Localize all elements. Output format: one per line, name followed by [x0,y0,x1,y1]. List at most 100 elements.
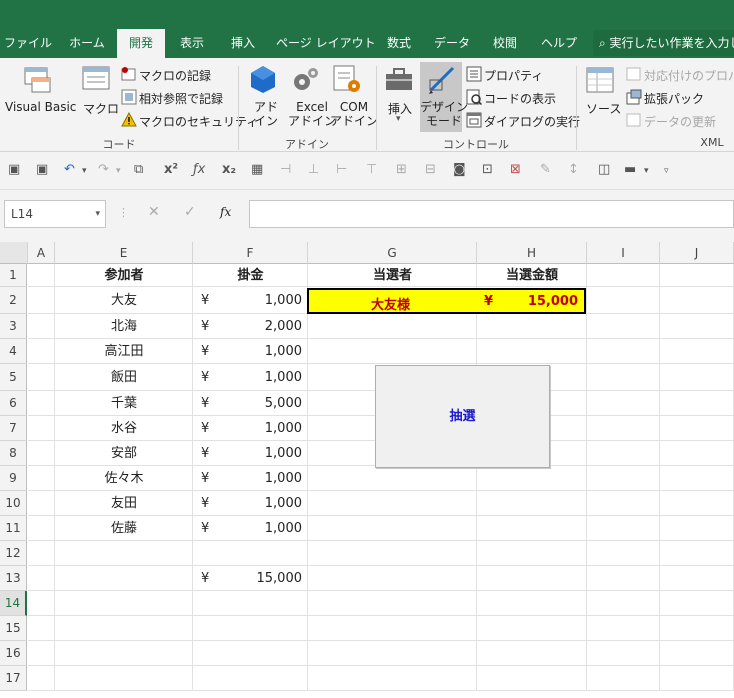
grid-cell[interactable] [308,566,477,591]
grid-cell[interactable] [587,666,660,691]
grid-cell[interactable] [28,339,55,364]
grid-cell[interactable] [308,466,477,491]
copy-icon[interactable]: ⧉ [134,162,143,177]
grid-cell[interactable] [55,591,193,616]
row-header[interactable]: 7 [0,416,27,441]
undo-icon[interactable]: ↶ [64,162,75,177]
row-header[interactable]: 16 [0,641,27,666]
tab-view[interactable]: 表示 [172,29,212,58]
winner-result-row[interactable]: 大友様 ¥ 15,000 [307,288,586,314]
grid-cell[interactable] [477,339,587,364]
align-icon[interactable]: ⊣ [280,162,291,177]
formula-input[interactable] [249,200,734,228]
tab-page-layout[interactable]: ページ レイアウト [276,29,376,58]
enter-icon[interactable]: ✓ [184,204,196,220]
column-header[interactable]: E [55,242,193,264]
align-icon[interactable]: ⊥ [308,162,319,177]
grid-cell[interactable] [587,416,660,441]
grid-cell[interactable] [28,566,55,591]
grid-cell[interactable] [660,264,734,287]
tab-review[interactable]: 校閲 [486,29,524,58]
edit-icon[interactable]: ✎ [540,162,551,177]
row-header[interactable]: 13 [0,566,27,591]
row-header[interactable]: 2 [0,287,27,314]
column-header[interactable]: G [308,242,477,264]
toolbox-icon[interactable]: ▬ [624,162,636,177]
grid-cell[interactable] [587,466,660,491]
grid-cell[interactable] [587,391,660,416]
grid-cell[interactable] [308,339,477,364]
chevron-down-icon[interactable]: ▾ [95,201,100,227]
grid-cell[interactable] [55,641,193,666]
grid-cell[interactable] [660,287,734,314]
grid-cell[interactable] [28,466,55,491]
row-header[interactable]: 1 [0,264,27,287]
tab-file[interactable]: ファイル [4,29,52,58]
table-icon[interactable]: ▦ [251,162,263,177]
grid-cell[interactable] [660,516,734,541]
grid-cell[interactable] [660,541,734,566]
row-header[interactable]: 9 [0,466,27,491]
grid-cell[interactable] [587,541,660,566]
grid-cell[interactable] [477,466,587,491]
grid-cell[interactable] [660,566,734,591]
redo-icon[interactable]: ↷ [98,162,109,177]
row-header[interactable]: 10 [0,491,27,516]
grid-cell[interactable] [477,491,587,516]
window-icon[interactable]: ◫ [598,162,610,177]
grid-cell[interactable] [587,287,660,314]
grid-cell[interactable] [477,616,587,641]
grid-cell[interactable] [660,466,734,491]
grid-cell[interactable] [308,516,477,541]
grid-cell[interactable] [660,391,734,416]
chevron-down-icon[interactable]: ▾ [82,166,87,176]
tab-insert[interactable]: 挿入 [223,29,263,58]
row-header[interactable]: 11 [0,516,27,541]
grid-cell[interactable] [28,441,55,466]
grid-cell[interactable] [477,516,587,541]
grid-cell[interactable] [660,641,734,666]
tell-me-search[interactable]: ⌕ 実行したい作業を入力し [593,30,734,56]
tab-formulas[interactable]: 数式 [380,29,418,58]
grid-cell[interactable] [308,616,477,641]
grid-cell[interactable] [587,491,660,516]
grid-cell[interactable] [587,441,660,466]
align-icon[interactable]: ⊟ [425,162,436,177]
grid-cell[interactable] [587,616,660,641]
grid-cell[interactable] [28,314,55,339]
grid-cell[interactable] [308,541,477,566]
customize-qat-icon[interactable]: ▿ [664,166,669,176]
grid-cell[interactable] [660,616,734,641]
grid-cell[interactable] [477,314,587,339]
row-header[interactable]: 5 [0,364,27,391]
grid-cell[interactable] [477,541,587,566]
grid-cell[interactable] [28,264,55,287]
row-header[interactable]: 14 [0,591,27,616]
grid-cell[interactable] [28,491,55,516]
draw-button[interactable]: 抽選 [375,365,550,468]
grid-cell[interactable] [28,287,55,314]
grid-cell[interactable] [587,339,660,364]
grid-cell[interactable] [308,491,477,516]
grid-cell[interactable] [193,541,308,566]
tab-data[interactable]: データ [432,29,472,58]
tab-developer[interactable]: 開発 [117,29,165,58]
column-header[interactable]: H [477,242,587,264]
grid-cell[interactable] [308,641,477,666]
grid-cell[interactable] [660,591,734,616]
tab-help[interactable]: ヘルプ [536,29,582,58]
save-icon[interactable]: ▣ [8,162,20,177]
function-icon[interactable]: ƒx [193,162,205,177]
grid-cell[interactable] [587,566,660,591]
grid-cell[interactable] [587,264,660,287]
grid-cell[interactable] [477,566,587,591]
grid-cell[interactable] [587,641,660,666]
group-icon[interactable]: ⊡ [482,162,493,177]
grid-cell[interactable] [55,666,193,691]
grid-cell[interactable] [193,641,308,666]
grid-cell[interactable] [660,666,734,691]
grid-cell[interactable] [587,364,660,391]
grid-cell[interactable] [660,364,734,391]
grid-cell[interactable] [587,591,660,616]
grid-cell[interactable] [660,314,734,339]
